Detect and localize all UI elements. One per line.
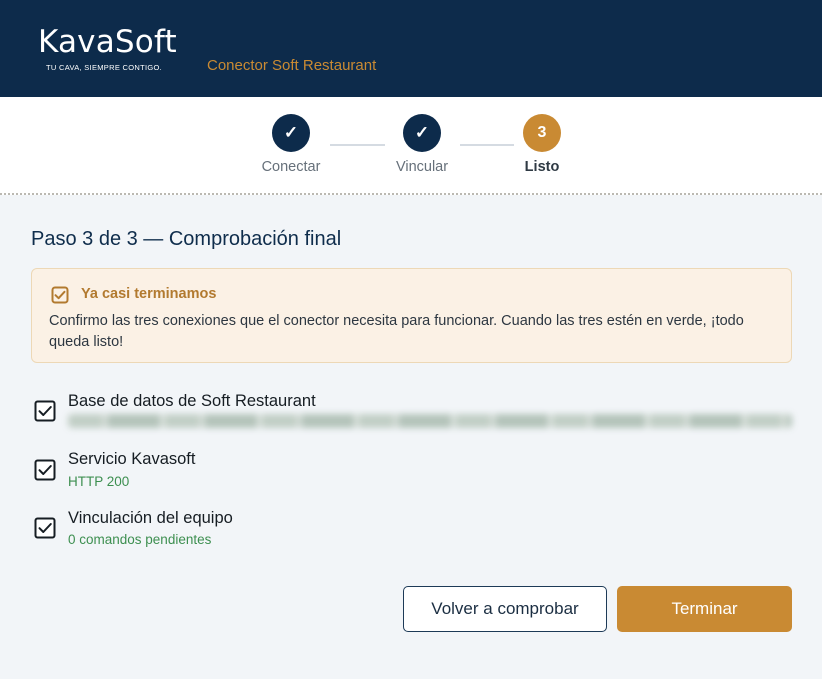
notice-title: Ya casi terminamos [81, 286, 217, 302]
checkbox-checked-icon [34, 517, 56, 539]
check-device-link-status: 0 comandos pendientes [68, 532, 212, 547]
notice-text: Confirmo las tres conexiones que el cone… [49, 313, 744, 350]
info-notice: Ya casi terminamos Confirmo las tres con… [31, 268, 792, 363]
check-database-title: Base de datos de Soft Restaurant [68, 392, 316, 410]
step-2-check-icon: ✓ [403, 114, 441, 152]
recheck-button[interactable]: Volver a comprobar [403, 586, 607, 632]
redacted-connection-string [68, 414, 792, 428]
step-3-label: Listo [524, 159, 560, 175]
step-3-number: 3 [523, 114, 561, 152]
logo-tagline: TU CAVA, SIEMPRE CONTIGO. [46, 63, 162, 72]
logo: KavaSoft [38, 24, 177, 60]
finish-button[interactable]: Terminar [617, 586, 792, 632]
check-service-title: Servicio Kavasoft [68, 450, 196, 468]
step-connector-1 [330, 144, 385, 146]
app-header: KavaSoft TU CAVA, SIEMPRE CONTIGO. Conec… [0, 0, 822, 97]
step-connector-2 [460, 144, 514, 146]
page-title: Paso 3 de 3 — Comprobación final [31, 228, 342, 250]
checkbox-checked-icon [51, 286, 69, 304]
check-device-link-title: Vinculación del equipo [68, 509, 233, 527]
step-2-label: Vincular [395, 159, 449, 175]
check-service-status: HTTP 200 [68, 474, 130, 489]
checkbox-checked-icon [34, 459, 56, 481]
step-1-label: Conectar [261, 159, 321, 175]
stepper: ✓ ✓ 3 Conectar Vincular Listo [0, 97, 822, 195]
step-1-check-icon: ✓ [272, 114, 310, 152]
checkbox-checked-icon [34, 400, 56, 422]
app-name: Conector Soft Restaurant [207, 57, 377, 74]
